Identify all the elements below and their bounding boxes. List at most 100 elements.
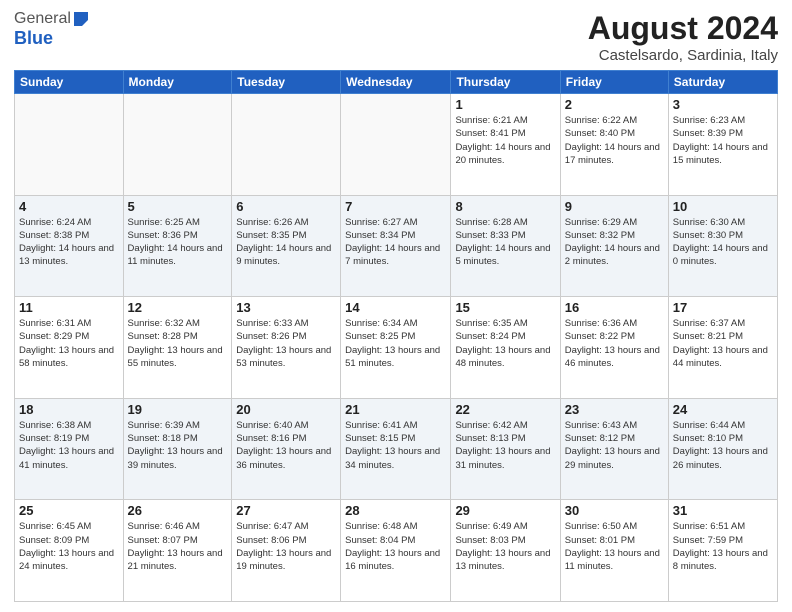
day-number: 7 [345, 199, 446, 214]
day-info: Sunrise: 6:40 AM Sunset: 8:16 PM Dayligh… [236, 419, 336, 472]
calendar-week-5: 25Sunrise: 6:45 AM Sunset: 8:09 PM Dayli… [15, 500, 778, 602]
calendar-cell: 23Sunrise: 6:43 AM Sunset: 8:12 PM Dayli… [560, 398, 668, 500]
calendar-cell: 11Sunrise: 6:31 AM Sunset: 8:29 PM Dayli… [15, 297, 124, 399]
logo-blue-text: Blue [14, 28, 53, 49]
calendar-cell: 15 Sunrise: 6:35 AM Sunset: 8:24 PM Dayli… [451, 297, 560, 399]
calendar-cell: 13 Sunrise: 6:33 AM Sunset: 8:26 PM Dayli… [232, 297, 341, 399]
weekday-header-thursday: Thursday [451, 71, 560, 94]
logo-icon [72, 10, 90, 28]
day-number: 2 [565, 97, 664, 112]
day-number: 3 [673, 97, 773, 112]
subtitle: Castelsardo, Sardinia, Italy [588, 47, 778, 64]
calendar-cell: 18Sunrise: 6:38 AM Sunset: 8:19 PM Dayli… [15, 398, 124, 500]
day-info: Sunrise: 6:29 AM Sunset: 8:32 PM Dayligh… [565, 216, 664, 269]
calendar-week-2: 4Sunrise: 6:24 AM Sunset: 8:38 PM Daylig… [15, 195, 778, 297]
day-number: 26 [128, 503, 228, 518]
calendar-cell: 31 Sunrise: 6:51 AM Sunset: 7:59 PM Dayli… [668, 500, 777, 602]
day-info: Sunrise: 6:44 AM Sunset: 8:10 PM Dayligh… [673, 419, 773, 472]
day-number: 30 [565, 503, 664, 518]
calendar-cell: 25Sunrise: 6:45 AM Sunset: 8:09 PM Dayli… [15, 500, 124, 602]
logo: General Blue [14, 10, 91, 49]
day-number: 10 [673, 199, 773, 214]
day-number: 14 [345, 300, 446, 315]
day-info: Sunrise: 6:37 AM Sunset: 8:21 PM Dayligh… [673, 317, 773, 370]
day-number: 20 [236, 402, 336, 417]
weekday-header-row: SundayMondayTuesdayWednesdayThursdayFrid… [15, 71, 778, 94]
calendar-cell: 26 Sunrise: 6:46 AM Sunset: 8:07 PM Dayli… [123, 500, 232, 602]
weekday-header-sunday: Sunday [15, 71, 124, 94]
page: General Blue August 2024 Castelsardo, Sa… [0, 0, 792, 612]
calendar-cell: 24 Sunrise: 6:44 AM Sunset: 8:10 PM Dayli… [668, 398, 777, 500]
day-info: Sunrise: 6:47 AM Sunset: 8:06 PM Dayligh… [236, 520, 336, 573]
day-info: Sunrise: 6:41 AM Sunset: 8:15 PM Dayligh… [345, 419, 446, 472]
day-number: 5 [128, 199, 228, 214]
calendar-week-1: 1 Sunrise: 6:21 AM Sunset: 8:41 PM Daylig… [15, 94, 778, 196]
day-info: Sunrise: 6:39 AM Sunset: 8:18 PM Dayligh… [128, 419, 228, 472]
calendar-cell: 27Sunrise: 6:47 AM Sunset: 8:06 PM Dayli… [232, 500, 341, 602]
day-info: Sunrise: 6:36 AM Sunset: 8:22 PM Dayligh… [565, 317, 664, 370]
day-info: Sunrise: 6:32 AM Sunset: 8:28 PM Dayligh… [128, 317, 228, 370]
calendar-week-3: 11Sunrise: 6:31 AM Sunset: 8:29 PM Dayli… [15, 297, 778, 399]
calendar-cell: 17Sunrise: 6:37 AM Sunset: 8:21 PM Dayli… [668, 297, 777, 399]
day-info: Sunrise: 6:48 AM Sunset: 8:04 PM Dayligh… [345, 520, 446, 573]
day-number: 21 [345, 402, 446, 417]
day-info: Sunrise: 6:31 AM Sunset: 8:29 PM Dayligh… [19, 317, 119, 370]
calendar-cell: 5Sunrise: 6:25 AM Sunset: 8:36 PM Daylig… [123, 195, 232, 297]
calendar-cell: 20 Sunrise: 6:40 AM Sunset: 8:16 PM Dayli… [232, 398, 341, 500]
calendar-cell: 29 Sunrise: 6:49 AM Sunset: 8:03 PM Dayli… [451, 500, 560, 602]
day-number: 31 [673, 503, 773, 518]
calendar-cell: 1 Sunrise: 6:21 AM Sunset: 8:41 PM Daylig… [451, 94, 560, 196]
calendar-cell: 21 Sunrise: 6:41 AM Sunset: 8:15 PM Dayli… [341, 398, 451, 500]
day-number: 9 [565, 199, 664, 214]
day-info: Sunrise: 6:46 AM Sunset: 8:07 PM Dayligh… [128, 520, 228, 573]
calendar-cell: 6 Sunrise: 6:26 AM Sunset: 8:35 PM Daylig… [232, 195, 341, 297]
day-number: 19 [128, 402, 228, 417]
day-info: Sunrise: 6:51 AM Sunset: 7:59 PM Dayligh… [673, 520, 773, 573]
weekday-header-monday: Monday [123, 71, 232, 94]
calendar-cell: 10 Sunrise: 6:30 AM Sunset: 8:30 PM Dayli… [668, 195, 777, 297]
header: General Blue August 2024 Castelsardo, Sa… [14, 10, 778, 64]
weekday-header-saturday: Saturday [668, 71, 777, 94]
calendar-cell: 2 Sunrise: 6:22 AM Sunset: 8:40 PM Daylig… [560, 94, 668, 196]
calendar-cell [232, 94, 341, 196]
weekday-header-friday: Friday [560, 71, 668, 94]
day-info: Sunrise: 6:34 AM Sunset: 8:25 PM Dayligh… [345, 317, 446, 370]
calendar-cell: 28 Sunrise: 6:48 AM Sunset: 8:04 PM Dayli… [341, 500, 451, 602]
day-info: Sunrise: 6:45 AM Sunset: 8:09 PM Dayligh… [19, 520, 119, 573]
day-info: Sunrise: 6:35 AM Sunset: 8:24 PM Dayligh… [455, 317, 555, 370]
title-block: August 2024 Castelsardo, Sardinia, Italy [588, 10, 778, 64]
day-number: 15 [455, 300, 555, 315]
day-number: 29 [455, 503, 555, 518]
day-info: Sunrise: 6:49 AM Sunset: 8:03 PM Dayligh… [455, 520, 555, 573]
day-number: 18 [19, 402, 119, 417]
day-info: Sunrise: 6:21 AM Sunset: 8:41 PM Dayligh… [455, 114, 555, 167]
calendar-cell: 12 Sunrise: 6:32 AM Sunset: 8:28 PM Dayli… [123, 297, 232, 399]
day-number: 4 [19, 199, 119, 214]
weekday-header-wednesday: Wednesday [341, 71, 451, 94]
day-info: Sunrise: 6:27 AM Sunset: 8:34 PM Dayligh… [345, 216, 446, 269]
day-info: Sunrise: 6:26 AM Sunset: 8:35 PM Dayligh… [236, 216, 336, 269]
calendar-cell: 7 Sunrise: 6:27 AM Sunset: 8:34 PM Daylig… [341, 195, 451, 297]
day-number: 8 [455, 199, 555, 214]
calendar-cell: 22Sunrise: 6:42 AM Sunset: 8:13 PM Dayli… [451, 398, 560, 500]
day-number: 22 [455, 402, 555, 417]
day-info: Sunrise: 6:30 AM Sunset: 8:30 PM Dayligh… [673, 216, 773, 269]
day-info: Sunrise: 6:23 AM Sunset: 8:39 PM Dayligh… [673, 114, 773, 167]
day-info: Sunrise: 6:33 AM Sunset: 8:26 PM Dayligh… [236, 317, 336, 370]
day-number: 12 [128, 300, 228, 315]
calendar-cell: 14 Sunrise: 6:34 AM Sunset: 8:25 PM Dayli… [341, 297, 451, 399]
day-number: 13 [236, 300, 336, 315]
day-number: 6 [236, 199, 336, 214]
day-number: 23 [565, 402, 664, 417]
day-info: Sunrise: 6:50 AM Sunset: 8:01 PM Dayligh… [565, 520, 664, 573]
weekday-header-tuesday: Tuesday [232, 71, 341, 94]
calendar-cell [341, 94, 451, 196]
day-info: Sunrise: 6:22 AM Sunset: 8:40 PM Dayligh… [565, 114, 664, 167]
day-number: 24 [673, 402, 773, 417]
day-number: 28 [345, 503, 446, 518]
logo-general-text: General [14, 10, 71, 28]
day-number: 1 [455, 97, 555, 112]
calendar-cell: 9 Sunrise: 6:29 AM Sunset: 8:32 PM Daylig… [560, 195, 668, 297]
calendar-cell: 30 Sunrise: 6:50 AM Sunset: 8:01 PM Dayli… [560, 500, 668, 602]
calendar-table: SundayMondayTuesdayWednesdayThursdayFrid… [14, 70, 778, 602]
